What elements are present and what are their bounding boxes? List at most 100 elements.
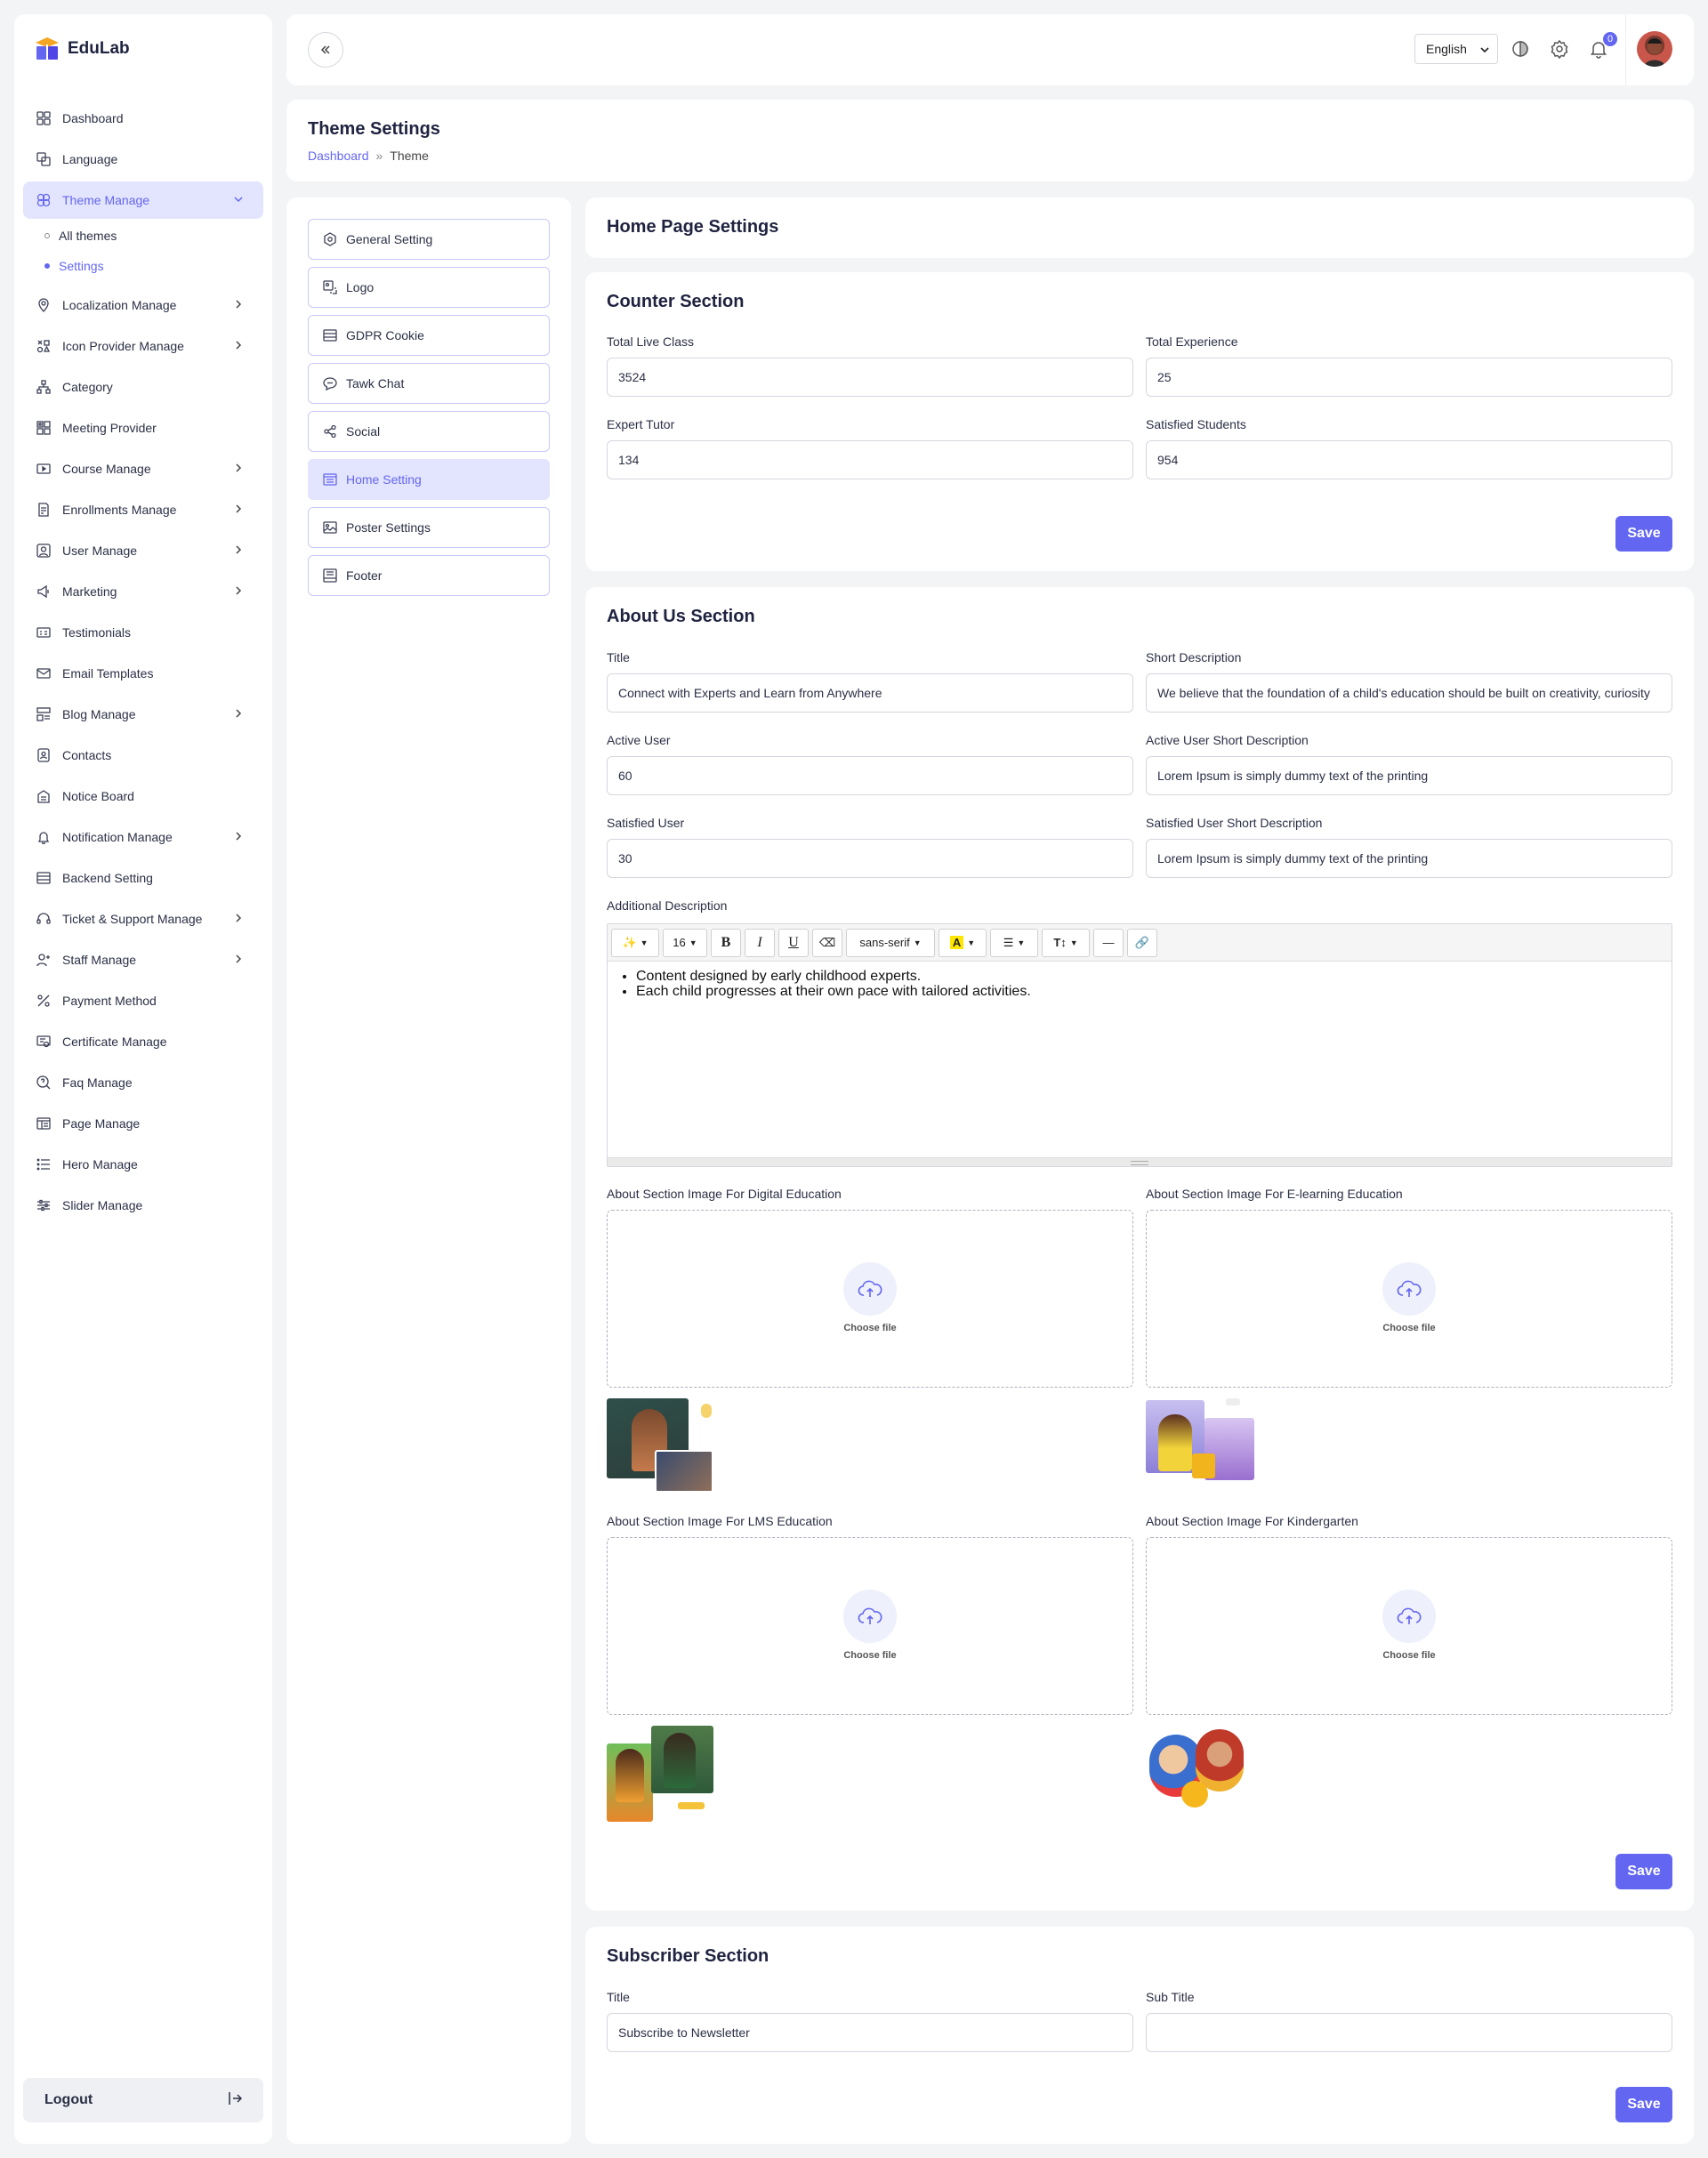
elearning-education-upload[interactable]: Choose file — [1146, 1210, 1672, 1388]
about-title-input[interactable]: Connect with Experts and Learn from Anyw… — [607, 673, 1133, 713]
font-size-select[interactable]: 16 ▼ — [663, 928, 707, 957]
sidebar-item-category[interactable]: Category — [23, 366, 263, 407]
subscriber-subtitle-input[interactable] — [1146, 2013, 1672, 2052]
sidebar-item-language[interactable]: Language — [23, 139, 263, 180]
cloud-upload-icon — [1382, 1262, 1436, 1316]
satisfied-user-desc-input[interactable]: Lorem Ipsum is simply dummy text of the … — [1146, 839, 1672, 878]
settings-tab-poster[interactable]: Poster Settings — [308, 507, 550, 548]
caret-down-icon: ▼ — [913, 938, 922, 947]
counter-section: Counter Section Total Live Class 3524 To… — [585, 272, 1694, 571]
horizontal-rule-button[interactable]: — — [1093, 928, 1124, 957]
magic-wand-icon: ✨ — [622, 935, 637, 949]
total-experience-input[interactable]: 25 — [1146, 358, 1672, 397]
sidebar-item-label: Notification Manage — [62, 830, 173, 844]
home-settings-header: Home Page Settings — [585, 197, 1694, 258]
choose-file-label: Choose file — [1382, 1323, 1436, 1333]
sidebar-item-hero-manage[interactable]: Hero Manage — [23, 1144, 263, 1185]
sidebar-item-label: Ticket & Support Manage — [62, 912, 203, 926]
active-user-desc-input[interactable]: Lorem Ipsum is simply dummy text of the … — [1146, 756, 1672, 795]
active-user-input[interactable]: 60 — [607, 756, 1133, 795]
settings-tab-label: GDPR Cookie — [346, 328, 424, 342]
editor-content[interactable]: Content designed by early childhood expe… — [608, 962, 1672, 999]
lms-education-upload[interactable]: Choose file — [607, 1537, 1133, 1715]
settings-tab-general[interactable]: General Setting — [308, 219, 550, 260]
kindergarten-upload[interactable]: Choose file — [1146, 1537, 1672, 1715]
sidebar-item-backend-setting[interactable]: Backend Setting — [23, 858, 263, 898]
settings-tab-footer[interactable]: Footer — [308, 555, 550, 596]
brand[interactable]: EduLab — [34, 36, 130, 62]
sidebar-subitem-settings[interactable]: Settings — [23, 251, 263, 281]
sidebar-item-notice-board[interactable]: Notice Board — [23, 776, 263, 817]
breadcrumb-home-link[interactable]: Dashboard — [308, 149, 369, 163]
settings-tab-gdpr[interactable]: GDPR Cookie — [308, 315, 550, 356]
sidebar-item-localization[interactable]: Localization Manage — [23, 285, 263, 326]
testimonials-icon — [36, 624, 52, 640]
font-family-select[interactable]: sans-serif ▼ — [846, 928, 935, 957]
caret-down-icon: ▼ — [640, 938, 649, 947]
avatar[interactable] — [1637, 31, 1672, 67]
satisfied-user-input[interactable]: 30 — [607, 839, 1133, 878]
digital-education-upload[interactable]: Choose file — [607, 1210, 1133, 1388]
sidebar-item-blog-manage[interactable]: Blog Manage — [23, 694, 263, 735]
logout-button[interactable]: Logout — [23, 2078, 263, 2122]
bold-button[interactable]: B — [711, 928, 741, 957]
icon-provider-icon — [36, 338, 52, 354]
satisfied-students-input[interactable]: 954 — [1146, 440, 1672, 479]
sidebar-item-label: Dashboard — [62, 111, 124, 125]
subscriber-title-input[interactable]: Subscribe to Newsletter — [607, 2013, 1133, 2052]
about-save-button[interactable]: Save — [1615, 1854, 1672, 1889]
sidebar-item-staff-manage[interactable]: Staff Manage — [23, 939, 263, 980]
settings-tab-social[interactable]: Social — [308, 411, 550, 452]
sidebar-item-marketing[interactable]: Marketing — [23, 571, 263, 612]
language-select[interactable]: English — [1414, 34, 1498, 64]
sidebar-item-email-templates[interactable]: Email Templates — [23, 653, 263, 694]
sidebar-item-label: Certificate Manage — [62, 1035, 167, 1049]
sidebar-item-faq[interactable]: Faq Manage — [23, 1062, 263, 1103]
text-color-button[interactable]: A ▼ — [939, 928, 987, 957]
gear-icon[interactable] — [1550, 39, 1571, 60]
sidebar-item-payment-method[interactable]: Payment Method — [23, 980, 263, 1021]
settings-tab-tawk-chat[interactable]: Tawk Chat — [308, 363, 550, 404]
clear-format-button[interactable]: ⌫ — [812, 928, 842, 957]
sidebar-item-certificate[interactable]: Certificate Manage — [23, 1021, 263, 1062]
sidebar-item-course-manage[interactable]: Course Manage — [23, 448, 263, 489]
magic-style-button[interactable]: ✨ ▼ — [611, 928, 659, 957]
subscriber-save-button[interactable]: Save — [1615, 2087, 1672, 2122]
sidebar-subitem-all-themes[interactable]: All themes — [23, 221, 263, 251]
sidebar-item-page-manage[interactable]: Page Manage — [23, 1103, 263, 1144]
underline-button[interactable]: U — [778, 928, 809, 957]
align-button[interactable]: ☰ ▼ — [990, 928, 1038, 957]
subscriber-subtitle-label: Sub Title — [1146, 1990, 1195, 2004]
sidebar-item-testimonials[interactable]: Testimonials — [23, 612, 263, 653]
total-live-class-label: Total Live Class — [607, 334, 695, 349]
settings-tab-home[interactable]: Home Setting — [308, 459, 550, 500]
total-live-class-input[interactable]: 3524 — [607, 358, 1133, 397]
sidebar-item-slider-manage[interactable]: Slider Manage — [23, 1185, 263, 1226]
sidebar-item-theme-manage[interactable]: Theme Manage — [23, 181, 263, 219]
italic-button[interactable]: I — [745, 928, 775, 957]
settings-tab-logo[interactable]: Logo — [308, 267, 550, 308]
sidebar-item-user-manage[interactable]: User Manage — [23, 530, 263, 571]
sidebar-item-contacts[interactable]: Contacts — [23, 735, 263, 776]
short-description-input[interactable]: We believe that the foundation of a chil… — [1146, 673, 1672, 713]
kindergarten-image-label: About Section Image For Kindergarten — [1146, 1514, 1358, 1528]
settings-tab-label: Home Setting — [346, 472, 422, 487]
category-icon — [36, 379, 52, 395]
counter-save-button[interactable]: Save — [1615, 516, 1672, 552]
line-height-button[interactable]: T↕ ▼ — [1042, 928, 1090, 957]
expert-tutor-label: Expert Tutor — [607, 417, 675, 431]
sidebar-item-dashboard[interactable]: Dashboard — [23, 98, 263, 139]
caret-down-icon: ▼ — [689, 938, 697, 947]
link-button[interactable]: 🔗 — [1127, 928, 1157, 957]
sidebar-item-label: Page Manage — [62, 1116, 141, 1131]
sidebar-item-icon-provider[interactable]: Icon Provider Manage — [23, 326, 263, 366]
enrollments-icon — [36, 502, 52, 518]
expert-tutor-input[interactable]: 134 — [607, 440, 1133, 479]
sidebar-item-notification[interactable]: Notification Manage — [23, 817, 263, 858]
sidebar-item-enrollments[interactable]: Enrollments Manage — [23, 489, 263, 530]
theme-toggle-icon[interactable] — [1511, 39, 1532, 60]
sidebar-item-ticket-support[interactable]: Ticket & Support Manage — [23, 898, 263, 939]
sidebar-item-meeting-provider[interactable]: Meeting Provider — [23, 407, 263, 448]
editor-resize-handle[interactable] — [608, 1157, 1672, 1166]
sidebar-collapse-button[interactable] — [308, 32, 343, 68]
